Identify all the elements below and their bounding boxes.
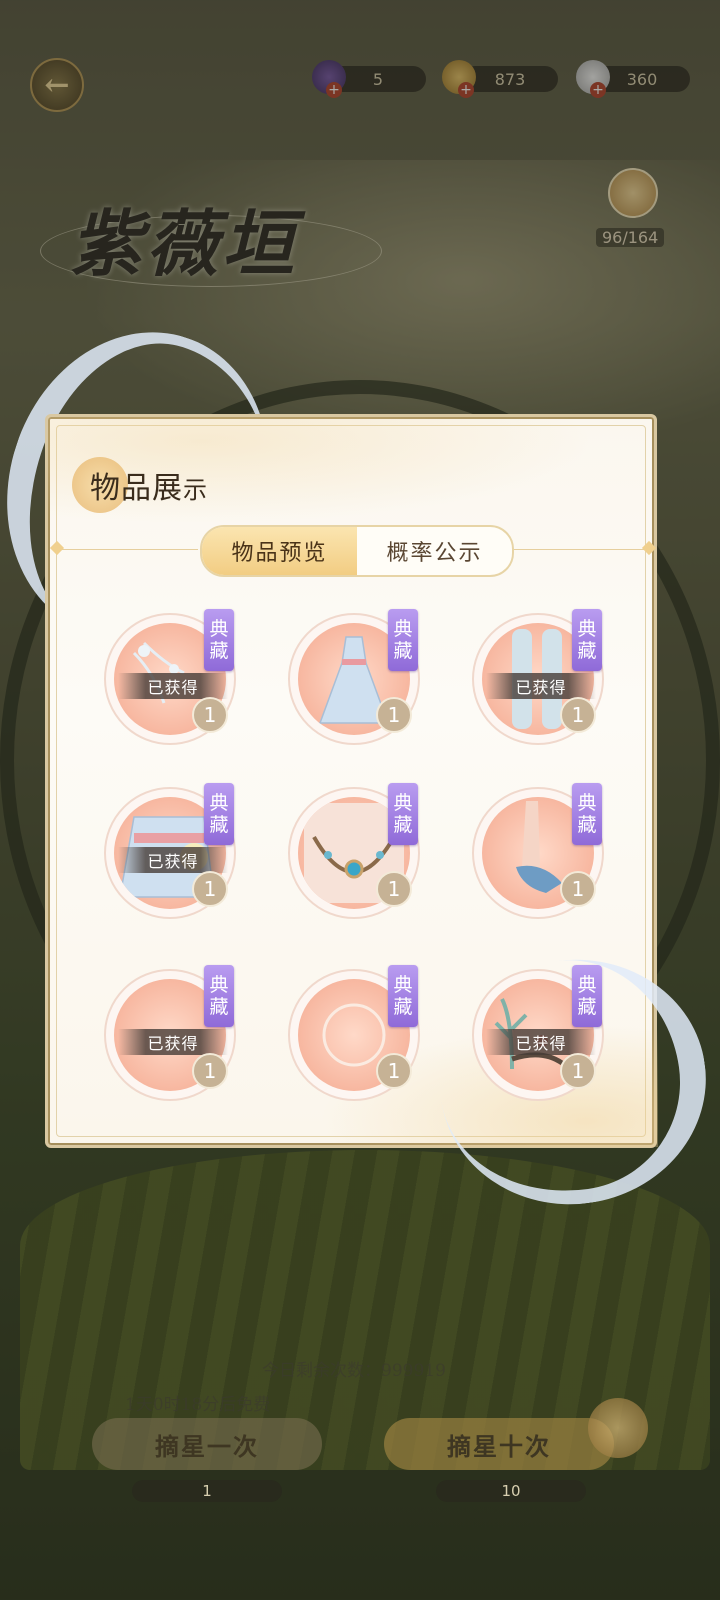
draw-ten-button[interactable]: 摘星十次 xyxy=(384,1418,614,1470)
tab-probability[interactable]: 概率公示 xyxy=(357,527,512,575)
owned-label: 已获得 xyxy=(486,673,596,699)
owned-label: 已获得 xyxy=(118,673,228,699)
collection-tag: 典藏 xyxy=(204,965,234,1027)
collection-tag: 典藏 xyxy=(572,609,602,671)
remaining-draws: 今日剩余次数：999919 xyxy=(262,1361,446,1381)
quantity-badge: 1 xyxy=(192,871,228,907)
item-slot[interactable]: 典藏 已获得 1 xyxy=(104,609,240,749)
modal-title-main: 物品展 xyxy=(90,471,183,506)
quantity-badge: 1 xyxy=(376,1053,412,1089)
quantity-badge: 1 xyxy=(376,697,412,733)
collection-tag: 典藏 xyxy=(204,783,234,845)
item-slot[interactable]: 典藏 已获得 1 xyxy=(472,609,608,749)
item-slot[interactable]: 典藏 1 xyxy=(288,609,424,749)
item-slot[interactable]: 典藏 1 xyxy=(288,965,424,1105)
draw-once-button[interactable]: 摘星一次 xyxy=(92,1418,322,1470)
draw-once-cost: 1 xyxy=(132,1480,282,1502)
quantity-badge: 1 xyxy=(560,871,596,907)
tab-item-preview[interactable]: 物品预览 xyxy=(202,527,357,575)
quantity-badge: 1 xyxy=(560,697,596,733)
item-slot[interactable]: 典藏 已获得 1 xyxy=(104,783,240,923)
collection-tag: 典藏 xyxy=(572,783,602,845)
collection-tag: 典藏 xyxy=(388,965,418,1027)
item-slot[interactable]: 典藏 1 xyxy=(288,783,424,923)
modal-title: 物品展示 xyxy=(90,463,208,507)
tabs-divider-right xyxy=(512,549,650,550)
item-slot[interactable]: 典藏 已获得 1 xyxy=(104,965,240,1105)
item-slot[interactable]: 典藏 1 xyxy=(472,783,608,923)
quantity-badge: 1 xyxy=(376,871,412,907)
collection-tag: 典藏 xyxy=(204,609,234,671)
owned-label: 已获得 xyxy=(118,847,228,873)
free-draw-timer: 1天0时18分后免费 xyxy=(125,1395,271,1415)
draw-ten-cost: 10 xyxy=(436,1480,586,1502)
owned-label: 已获得 xyxy=(118,1029,228,1055)
tab-bar: 物品预览 概率公示 xyxy=(200,525,514,577)
quantity-badge: 1 xyxy=(192,697,228,733)
collection-tag: 典藏 xyxy=(388,609,418,671)
tabs-divider-left xyxy=(58,549,198,550)
collection-tag: 典藏 xyxy=(388,783,418,845)
quantity-badge: 1 xyxy=(192,1053,228,1089)
modal-title-small: 示 xyxy=(183,476,208,504)
orb-icon xyxy=(588,1398,648,1458)
